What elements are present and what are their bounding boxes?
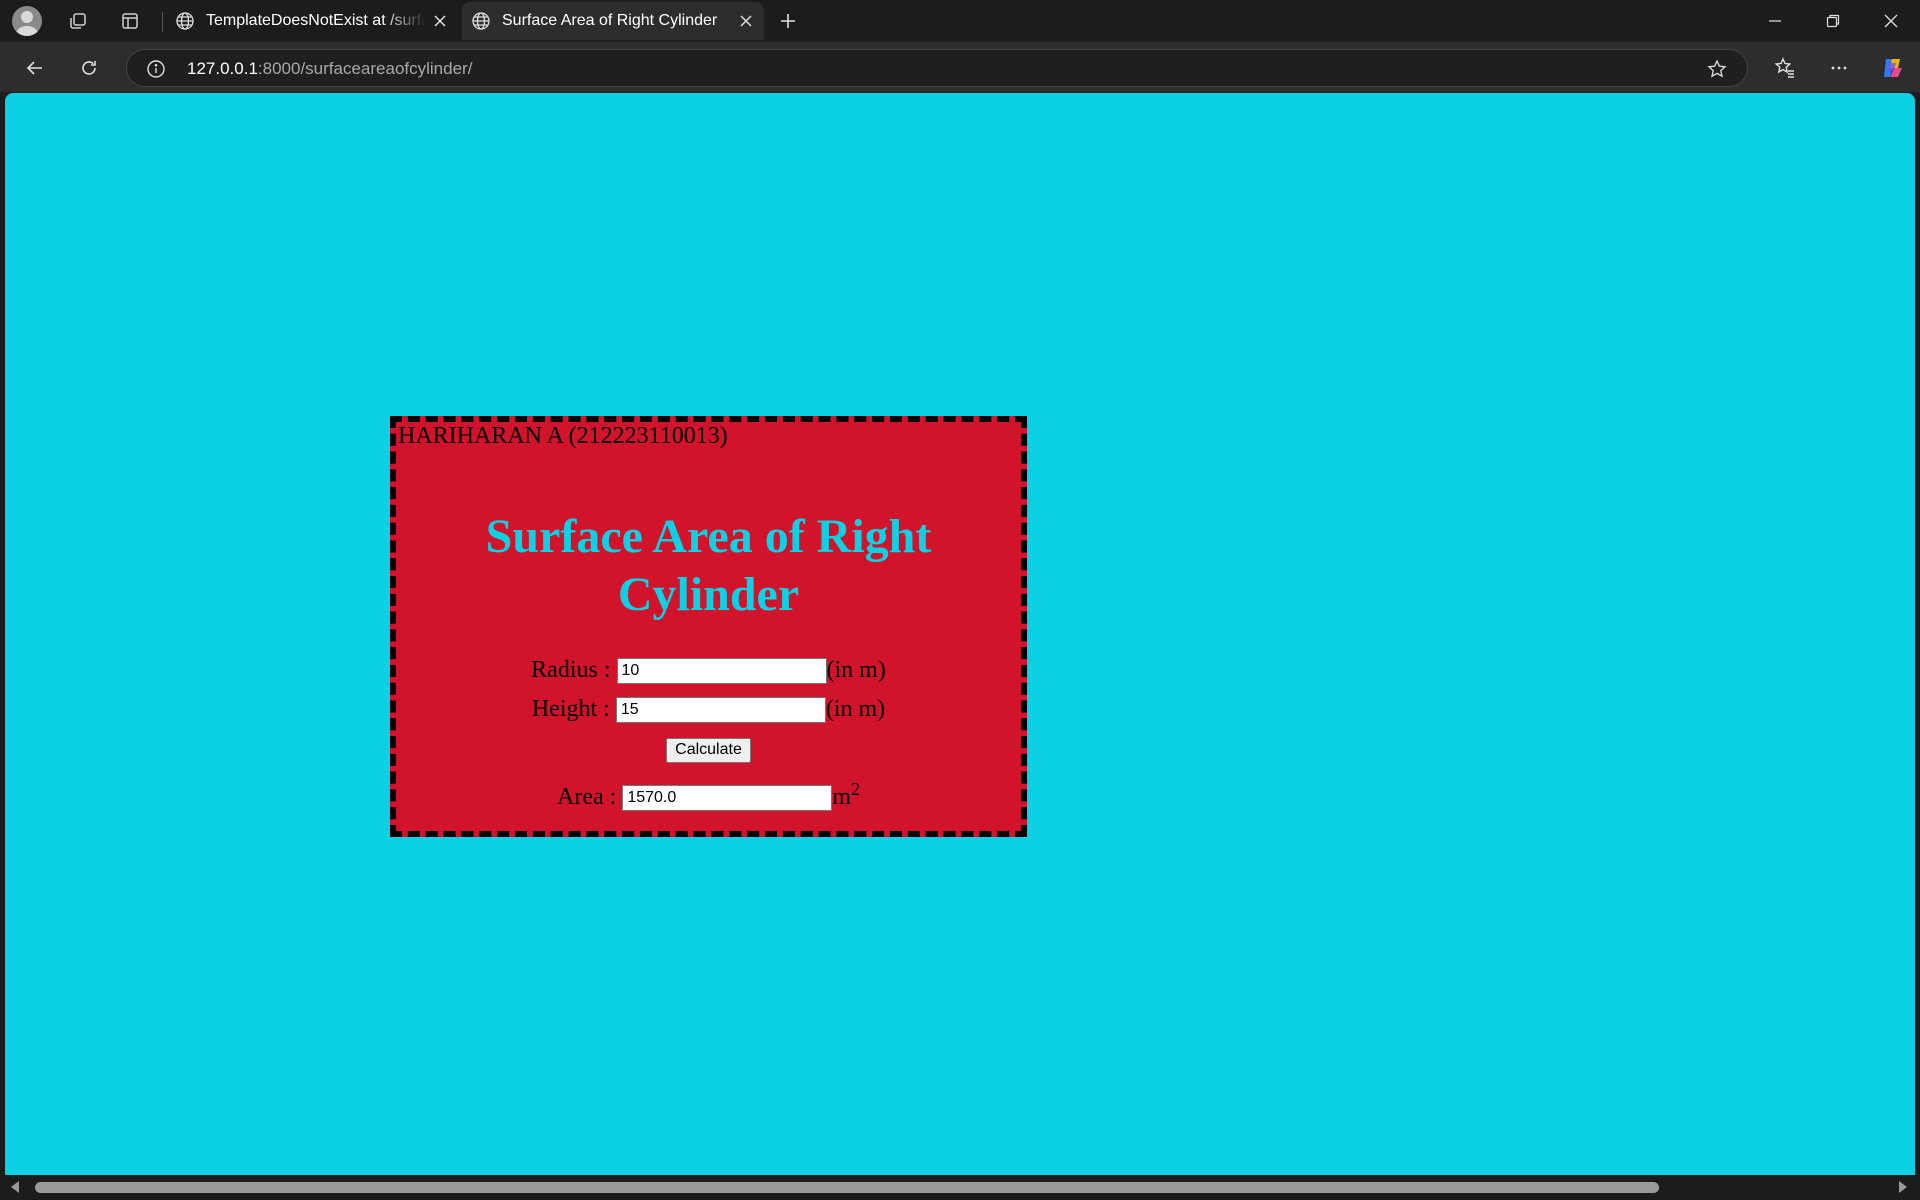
site-info-icon[interactable] <box>145 58 167 80</box>
tab-template-error[interactable]: TemplateDoesNotExist at /surfaceareaofcy… <box>166 2 458 40</box>
height-unit: (in m) <box>825 696 886 722</box>
restore-button[interactable] <box>1804 0 1862 42</box>
tab-actions-icon[interactable] <box>116 7 144 35</box>
area-output[interactable] <box>622 785 833 812</box>
url-path: :8000/surfaceareaofcylinder/ <box>257 59 473 78</box>
area-label: Area : <box>557 784 617 810</box>
radius-row: Radius : (in m) <box>396 655 1021 685</box>
height-row: Height : (in m) <box>396 694 1021 724</box>
minimize-button[interactable] <box>1746 0 1804 42</box>
height-label: Height : <box>531 696 610 722</box>
author-label: HARIHARAN A (212223110013) <box>398 423 728 449</box>
globe-icon <box>470 10 492 32</box>
favorite-star-icon[interactable] <box>1705 57 1729 81</box>
area-unit: m <box>832 784 851 810</box>
new-tab-button[interactable] <box>774 7 802 35</box>
scroll-right-icon[interactable] <box>1899 1181 1907 1193</box>
tab-title: Surface Area of Right Cylinder <box>502 12 718 29</box>
calculate-button[interactable]: Calculate <box>666 737 751 763</box>
url-host: 127.0.0.1 <box>187 59 258 78</box>
radius-label: Radius : <box>531 657 611 683</box>
close-tab-icon[interactable] <box>732 7 760 35</box>
area-row: Area : m2 <box>396 774 1021 812</box>
profile-avatar[interactable] <box>12 6 42 36</box>
close-window-button[interactable] <box>1862 0 1920 42</box>
height-input[interactable] <box>615 697 826 724</box>
browser-toolbar: 127.0.0.1:8000/surfaceareaofcylinder/ <box>0 42 1920 92</box>
copilot-icon[interactable] <box>1877 52 1909 84</box>
more-options-icon[interactable] <box>1823 52 1855 84</box>
tab-title: TemplateDoesNotExist at /surfaceareaofcy… <box>206 12 426 29</box>
tab-separator <box>162 12 163 32</box>
favorites-icon[interactable] <box>1769 52 1801 84</box>
page-title: Surface Area of Right Cylinder <box>485 510 932 621</box>
close-tab-icon[interactable] <box>426 7 454 35</box>
calculate-row: Calculate <box>396 732 1021 763</box>
page-viewport: HARIHARAN A (212223110013) Surface Area … <box>5 93 1915 1175</box>
calculator-card: HARIHARAN A (212223110013) Surface Area … <box>390 416 1027 837</box>
address-bar[interactable]: 127.0.0.1:8000/surfaceareaofcylinder/ <box>126 49 1748 87</box>
scrollbar-thumb[interactable] <box>35 1182 1659 1193</box>
browser-titlebar: TemplateDoesNotExist at /surfaceareaofcy… <box>0 0 1920 42</box>
back-button[interactable] <box>19 52 51 84</box>
refresh-button[interactable] <box>73 52 105 84</box>
globe-icon <box>174 10 196 32</box>
url-text[interactable]: 127.0.0.1:8000/surfaceareaofcylinder/ <box>187 59 472 79</box>
area-unit-exponent: 2 <box>850 779 860 799</box>
tab-surface-area[interactable]: Surface Area of Right Cylinder <box>462 2 764 40</box>
scroll-left-icon[interactable] <box>11 1181 19 1193</box>
horizontal-scrollbar[interactable] <box>5 1175 1915 1200</box>
radius-unit: (in m) <box>826 657 886 683</box>
workspaces-icon[interactable] <box>64 7 92 35</box>
radius-input[interactable] <box>616 658 827 685</box>
